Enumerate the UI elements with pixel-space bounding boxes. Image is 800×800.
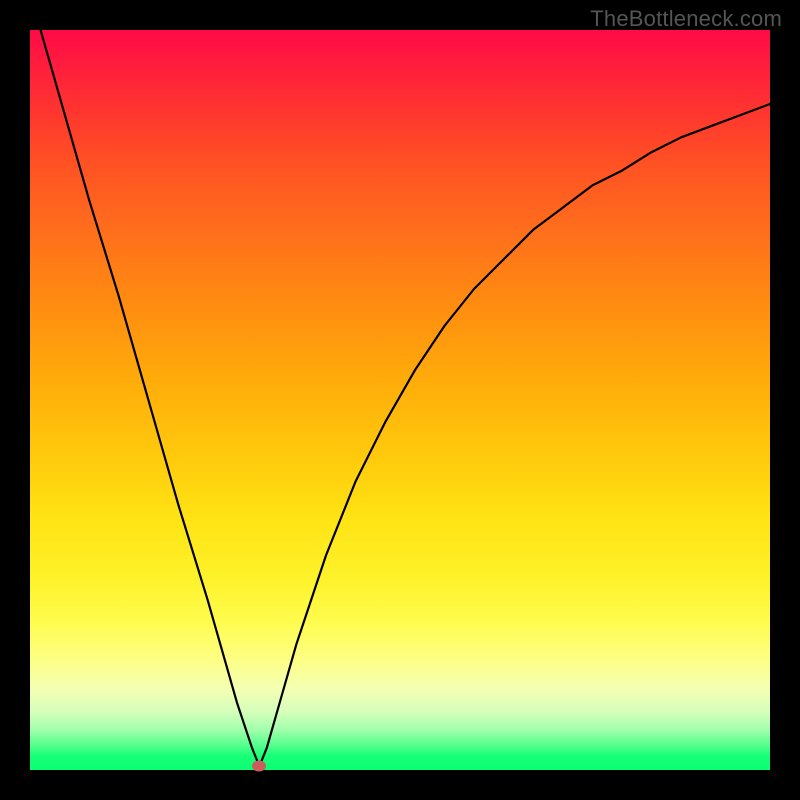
watermark-text: TheBottleneck.com (590, 6, 782, 32)
optimal-point-marker (252, 761, 266, 772)
plot-area (30, 30, 770, 770)
bottleneck-curve (30, 30, 770, 770)
